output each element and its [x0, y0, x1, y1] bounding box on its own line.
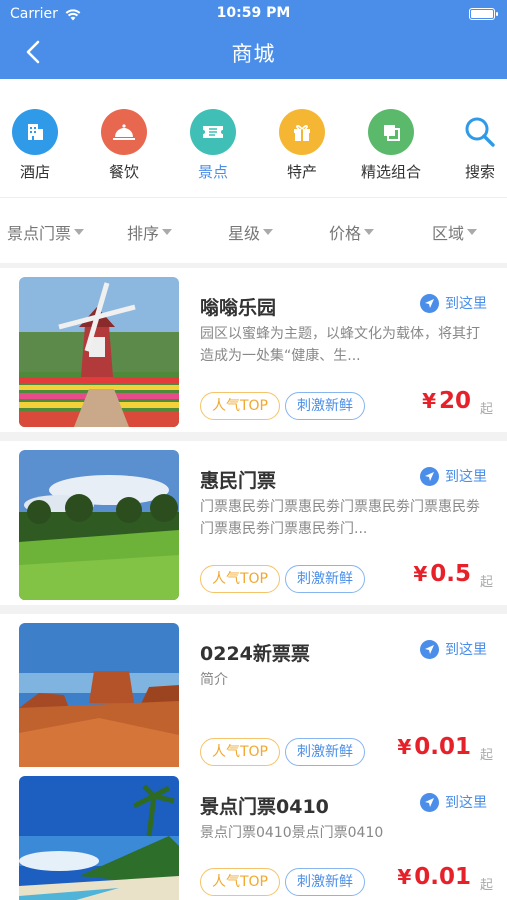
tag-exciting[interactable]: 刺激新鲜 [285, 738, 365, 766]
item-name: 0224新票票 [200, 643, 310, 665]
dining-icon [101, 109, 147, 155]
navigate-label: 到这里 [445, 296, 487, 312]
category-search[interactable]: 搜索 [435, 109, 507, 182]
item-description: 门票惠民劵门票惠民劵门票惠民劵门票惠民劵门票惠民劵门票惠民劵门... [200, 499, 480, 537]
tag-popular[interactable]: 人气TOP [200, 392, 280, 420]
filter-price[interactable]: 价格 [329, 220, 375, 244]
price-suffix: 起 [479, 402, 493, 417]
price-value: 20 [438, 388, 471, 414]
tag-exciting[interactable]: 刺激新鲜 [285, 868, 365, 896]
category-dining[interactable]: 餐饮 [79, 109, 169, 182]
search-icon [457, 109, 503, 155]
list-item[interactable]: 景点门票0410 到这里 景点门票0410景点门票0410 人气TOP 刺激新鲜… [0, 767, 507, 900]
navigation-icon [420, 293, 439, 313]
category-bar: 酒店 餐饮 景点 特产 精选组合 搜索 [0, 79, 507, 197]
filter-area[interactable]: 区域 [432, 220, 478, 244]
nav-bar: 商城 [0, 28, 507, 79]
category-label: 搜索 [464, 163, 495, 181]
item-price: ¥0.5 [413, 561, 471, 587]
caret-down-icon [364, 229, 375, 235]
navigate-button[interactable]: 到这里 [420, 466, 487, 486]
hotel-icon [12, 109, 58, 155]
currency-symbol: ¥ [397, 735, 412, 759]
filter-label: 价格 [329, 224, 362, 243]
navigate-button[interactable]: 到这里 [420, 639, 487, 659]
filter-stars[interactable]: 星级 [228, 220, 274, 244]
category-label: 精选组合 [360, 163, 421, 181]
price-suffix: 起 [479, 878, 493, 893]
category-label: 景点 [197, 163, 228, 181]
filter-label: 排序 [127, 224, 160, 243]
currency-symbol: ¥ [413, 562, 428, 586]
category-label: 特产 [286, 163, 317, 181]
price-value: 0.01 [414, 734, 471, 760]
navigate-label: 到这里 [445, 469, 487, 485]
desert-mesa-photo [19, 623, 179, 773]
currency-symbol: ¥ [397, 865, 412, 889]
caret-down-icon [74, 229, 85, 235]
navigate-button[interactable]: 到这里 [420, 792, 487, 812]
price-suffix: 起 [479, 575, 493, 590]
tag-exciting[interactable]: 刺激新鲜 [285, 392, 365, 420]
tag-popular[interactable]: 人气TOP [200, 565, 280, 593]
filter-label: 区域 [432, 224, 465, 243]
item-name: 惠民门票 [200, 470, 277, 492]
navigation-icon [420, 639, 439, 659]
navigate-label: 到这里 [445, 795, 487, 811]
category-label: 酒店 [19, 163, 50, 181]
category-combo[interactable]: 精选组合 [346, 109, 436, 182]
ticket-icon [190, 109, 236, 155]
filter-sort[interactable]: 排序 [127, 220, 173, 244]
navigate-button[interactable]: 到这里 [420, 293, 487, 313]
list-item[interactable]: 惠民门票 到这里 门票惠民劵门票惠民劵门票惠民劵门票惠民劵门票惠民劵门票惠民劵门… [0, 441, 507, 605]
filter-label: 星级 [228, 224, 261, 243]
top-bar: Carrier 10:59 PM 商城 [0, 0, 507, 79]
list-item[interactable]: 嗡嗡乐园 到这里 园区以蜜蜂为主题，以蜂文化为载体，将其打造成为一处集“健康、生… [0, 268, 507, 432]
status-bar: Carrier 10:59 PM [0, 0, 507, 28]
filter-label: 景点门票 [7, 224, 72, 243]
price-value: 0.01 [414, 864, 471, 890]
navigation-icon [420, 792, 439, 812]
item-description: 简介 [200, 672, 228, 688]
gift-icon [279, 109, 325, 155]
tag-popular[interactable]: 人气TOP [200, 868, 280, 896]
caret-down-icon [467, 229, 478, 235]
caret-down-icon [263, 229, 274, 235]
navigation-icon [420, 466, 439, 486]
caret-down-icon [162, 229, 173, 235]
currency-symbol: ¥ [422, 389, 436, 413]
navigate-label: 到这里 [445, 642, 487, 658]
category-hotel[interactable]: 酒店 [0, 109, 80, 182]
price-value: 0.5 [430, 561, 471, 587]
item-name: 景点门票0410 [200, 796, 329, 818]
item-description: 园区以蜜蜂为主题，以蜂文化为载体，将其打造成为一处集“健康、生... [200, 326, 480, 364]
category-specialty[interactable]: 特产 [257, 109, 347, 182]
category-label: 餐饮 [108, 163, 139, 181]
beach-photo [19, 776, 179, 900]
price-suffix: 起 [479, 748, 493, 763]
filter-bar: 景点门票 排序 星级 价格 区域 [0, 197, 507, 263]
tag-popular[interactable]: 人气TOP [200, 738, 280, 766]
item-description: 景点门票0410景点门票0410 [200, 825, 384, 841]
item-price: ¥0.01 [397, 734, 471, 760]
item-price: ¥20 [422, 388, 471, 414]
golf-course-photo [19, 450, 179, 600]
list-item[interactable]: 0224新票票 到这里 简介 人气TOP 刺激新鲜 ¥0.01 起 [0, 614, 507, 778]
combo-icon [368, 109, 414, 155]
tag-exciting[interactable]: 刺激新鲜 [285, 565, 365, 593]
status-time: 10:59 PM [216, 5, 291, 21]
filter-ticket-type[interactable]: 景点门票 [7, 220, 85, 244]
battery-icon [469, 8, 498, 20]
category-attractions[interactable]: 景点 [168, 109, 258, 182]
windmill-photo [19, 277, 179, 427]
item-price: ¥0.01 [397, 864, 471, 890]
page-title: 商城 [231, 42, 276, 66]
item-name: 嗡嗡乐园 [200, 297, 277, 319]
